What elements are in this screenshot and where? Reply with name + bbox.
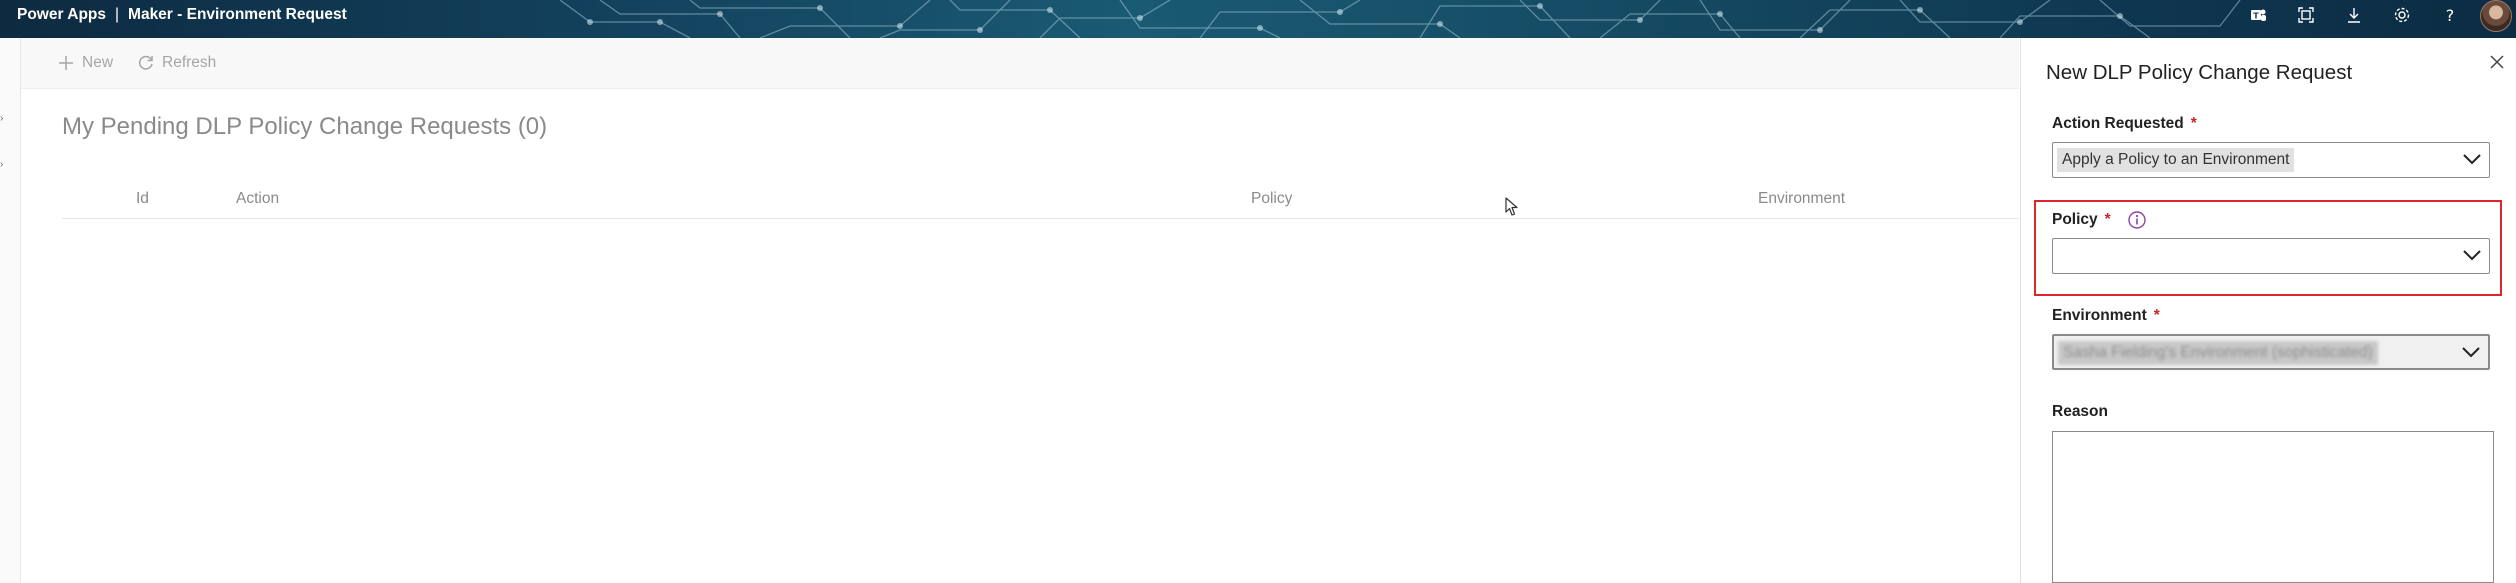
chevron-down-icon <box>2462 347 2480 358</box>
action-requested-value: Apply a Policy to an Environment <box>2057 148 2295 172</box>
required-marker: * <box>2153 307 2160 324</box>
svg-text:T: T <box>2253 12 2259 21</box>
refresh-icon <box>138 55 153 70</box>
header-icon-bar: T ? <box>2234 0 2516 38</box>
plus-icon <box>59 56 73 70</box>
environment-dropdown[interactable]: Sasha Fielding's Environment (sophistica… <box>2052 334 2490 370</box>
reason-textarea[interactable] <box>2052 431 2494 583</box>
column-header-action[interactable]: Action <box>236 186 279 212</box>
help-icon[interactable]: ? <box>2426 0 2474 30</box>
mouse-cursor-icon <box>1505 197 1518 216</box>
command-bar: New Refresh <box>21 38 2019 89</box>
new-request-panel: New DLP Policy Change Request Action Req… <box>2020 38 2516 583</box>
action-requested-label: Action Requested * <box>2052 115 2197 133</box>
page-name: Maker - Environment Request <box>128 6 347 23</box>
download-icon[interactable] <box>2330 0 2378 30</box>
circuit-banner-art <box>559 0 2241 38</box>
refresh-button[interactable]: Refresh <box>137 38 216 88</box>
new-button-label: New <box>82 54 114 71</box>
refresh-button-label: Refresh <box>162 54 217 71</box>
nav-chevron-icon[interactable]: › <box>0 160 4 170</box>
svg-text:?: ? <box>2446 6 2455 24</box>
environment-label-text: Environment <box>2052 307 2147 324</box>
panel-title: New DLP Policy Change Request <box>2046 61 2353 84</box>
requests-grid-header: Id Action Policy Environment <box>62 186 2019 219</box>
action-requested-label-text: Action Requested <box>2052 115 2184 132</box>
avatar[interactable] <box>2480 0 2512 32</box>
policy-highlight-box <box>2034 200 2502 296</box>
chevron-down-icon <box>2463 154 2481 165</box>
column-header-environment[interactable]: Environment <box>1758 186 1845 212</box>
page-title: My Pending DLP Policy Change Requests (0… <box>62 113 548 140</box>
title-separator: | <box>115 6 120 23</box>
environment-label: Environment * <box>2052 307 2160 325</box>
new-button[interactable]: New <box>57 38 113 88</box>
app-title: Power Apps | Maker - Environment Request <box>17 0 347 30</box>
environment-value: Sasha Fielding's Environment (sophistica… <box>2058 341 2378 365</box>
close-icon[interactable] <box>2486 51 2508 73</box>
app-header: Power Apps | Maker - Environment Request T… <box>0 0 2516 38</box>
teams-icon[interactable]: T <box>2234 0 2282 30</box>
settings-icon[interactable] <box>2378 0 2426 30</box>
reason-label: Reason <box>2052 403 2108 420</box>
required-marker: * <box>2190 115 2197 132</box>
left-nav-rail: › › <box>0 38 21 583</box>
column-header-id[interactable]: Id <box>136 186 149 212</box>
action-requested-dropdown[interactable]: Apply a Policy to an Environment <box>2052 142 2490 178</box>
column-header-policy[interactable]: Policy <box>1251 186 1292 212</box>
focus-icon[interactable] <box>2282 0 2330 30</box>
nav-chevron-icon[interactable]: › <box>0 114 4 124</box>
app-name: Power Apps <box>17 6 106 23</box>
